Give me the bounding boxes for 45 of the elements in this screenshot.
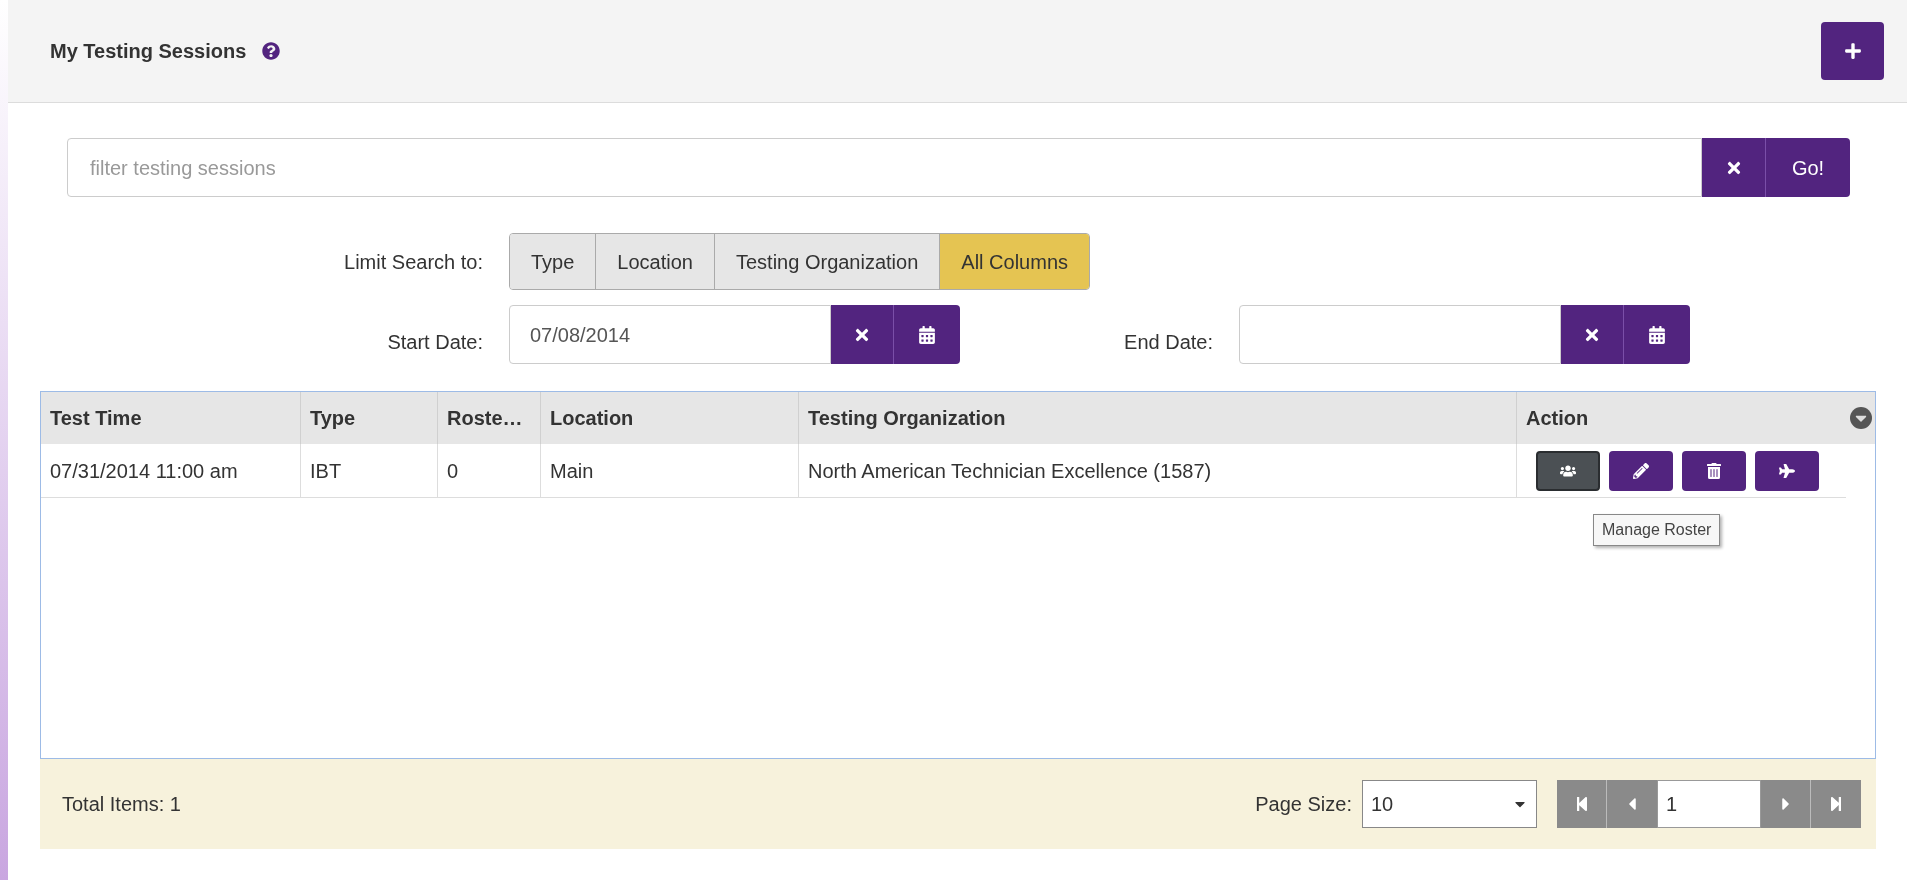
plus-icon [1843,42,1862,60]
start-date-calendar-button[interactable] [894,305,960,364]
page-size-label: Page Size: [1255,792,1352,817]
table-cell: 0 [438,444,541,497]
first-page-button[interactable] [1557,780,1607,828]
start-date-label: Start Date: [386,329,483,355]
end-date-label: End Date: [1123,329,1213,355]
filter-field[interactable]: filter testing sessions [67,138,1702,197]
page-number-field[interactable]: 1 [1657,780,1761,828]
plane-icon [1779,462,1795,479]
limit-search-label: Limit Search to: [343,249,483,275]
total-items: Total Items: 1 [62,792,181,817]
start-date-field[interactable]: 07/08/2014 [509,305,831,364]
page-size-select[interactable]: 10 [1362,780,1537,828]
go-button[interactable]: Go! [1766,138,1850,197]
calendar-icon [1648,325,1666,344]
column-header[interactable]: Roste… [438,392,541,444]
column-header[interactable]: Test Time [41,392,301,444]
clear-start-date-button[interactable] [831,305,894,364]
clear-end-date-button[interactable] [1561,305,1624,364]
trash-icon [1706,462,1722,479]
table-cell: North American Technician Excellence (1587) [799,444,1517,497]
column-menu-icon[interactable] [1849,407,1872,429]
end-date-calendar-button[interactable] [1624,305,1690,364]
table-cell: 07/31/2014 11:00 am [41,444,301,497]
add-button[interactable] [1821,22,1884,80]
table-cell: IBT [301,444,438,497]
tooltip: Manage Roster [1593,514,1721,546]
column-header[interactable]: Type [301,392,438,444]
table-cell: Main [541,444,799,497]
column-header[interactable]: Action [1517,392,1846,444]
pencil-icon [1633,462,1649,479]
plane-button[interactable] [1755,450,1819,491]
help-icon [262,42,281,60]
clear-filter-button[interactable] [1702,138,1766,197]
end-date-field[interactable] [1239,305,1561,364]
last-page-button[interactable] [1811,780,1861,828]
last-page-icon [1828,796,1844,812]
delete-button[interactable] [1682,450,1746,491]
manage-roster-button[interactable] [1536,450,1600,491]
column-header[interactable]: Location [541,392,799,444]
edit-button[interactable] [1609,450,1673,491]
column-header[interactable]: Testing Organization [799,392,1517,444]
page-title: My Testing Sessions [50,39,247,64]
calendar-icon [918,325,936,344]
